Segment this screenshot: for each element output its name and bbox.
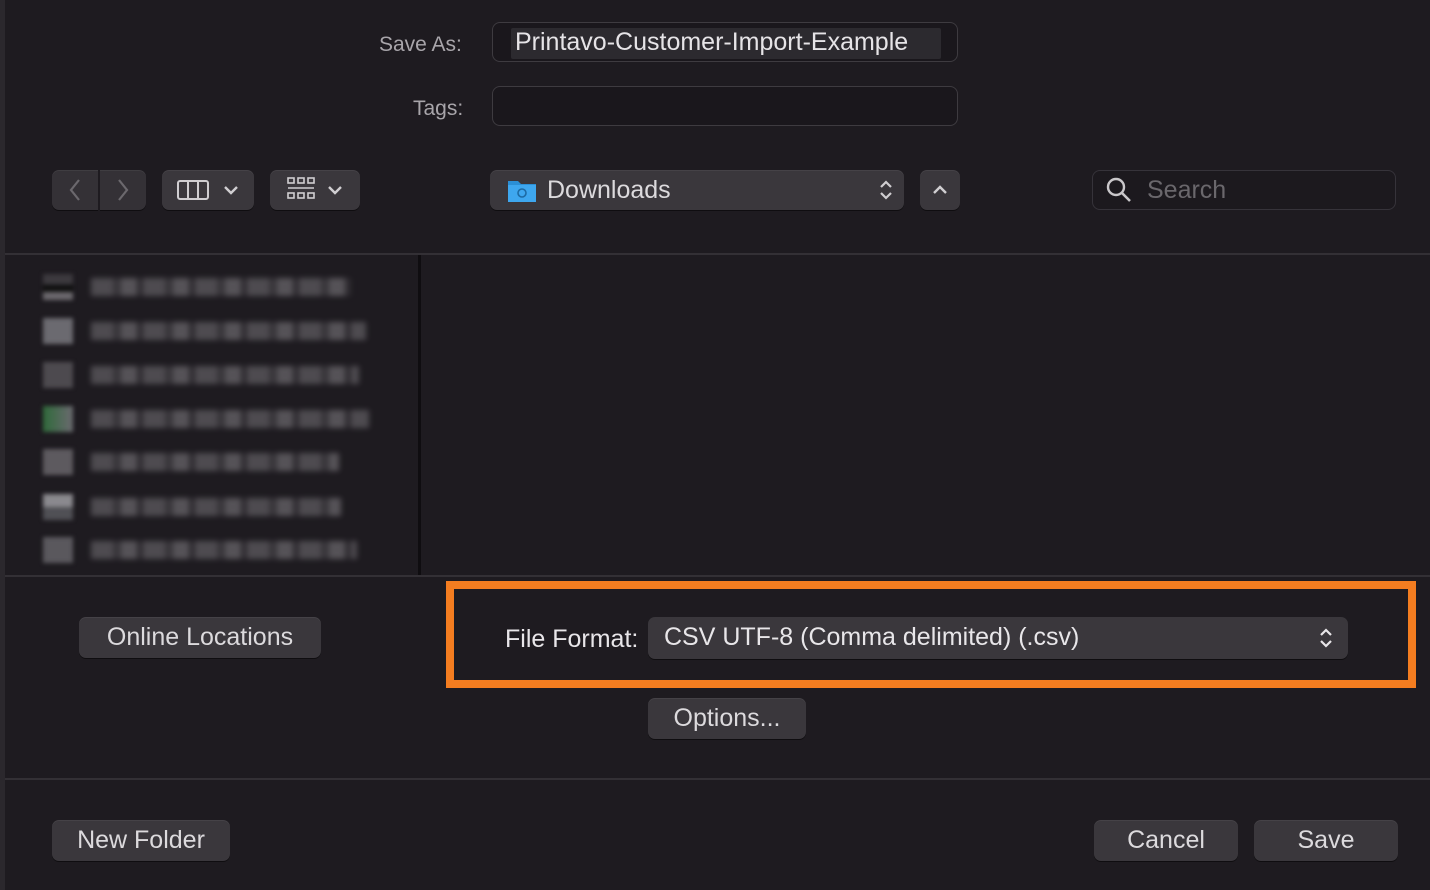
file-name-obscured xyxy=(91,541,357,559)
grid-icon xyxy=(287,177,315,199)
online-locations-label: Online Locations xyxy=(106,623,294,651)
forward-button[interactable] xyxy=(100,170,146,210)
save-button[interactable]: Save xyxy=(1254,820,1398,861)
filename-field[interactable]: Printavo-Customer-Import-Example xyxy=(492,22,958,62)
chevron-left-icon xyxy=(69,179,80,201)
expand-collapse-button[interactable] xyxy=(920,170,960,210)
sidebar-item[interactable] xyxy=(43,449,339,475)
file-thumbnail xyxy=(43,318,73,344)
file-name-obscured xyxy=(91,278,351,296)
file-thumbnail xyxy=(43,449,73,475)
sidebar-item[interactable] xyxy=(43,362,359,388)
options-button[interactable]: Options... xyxy=(648,698,806,739)
back-button[interactable] xyxy=(52,170,98,210)
cancel-button[interactable]: Cancel xyxy=(1094,820,1238,861)
options-label: Options... xyxy=(673,704,781,732)
file-name-obscured xyxy=(91,498,341,516)
search-placeholder: Search xyxy=(1147,175,1227,204)
file-thumbnail xyxy=(43,494,73,520)
new-folder-label: New Folder xyxy=(77,826,205,854)
sidebar-item[interactable] xyxy=(43,274,351,300)
save-dialog: Save As: Printavo-Customer-Import-Exampl… xyxy=(0,0,1430,890)
footer-divider xyxy=(5,778,1430,780)
search-field[interactable]: Search xyxy=(1092,170,1396,210)
sidebar-item[interactable] xyxy=(43,494,341,520)
online-locations-button[interactable]: Online Locations xyxy=(79,617,321,658)
chevron-down-icon xyxy=(328,186,342,195)
group-view-button[interactable] xyxy=(270,170,360,210)
updown-chevron-icon xyxy=(1320,628,1332,648)
columns-icon xyxy=(177,180,209,200)
location-label: Downloads xyxy=(547,175,671,204)
file-thumbnail xyxy=(43,362,73,388)
cancel-label: Cancel xyxy=(1127,826,1205,854)
file-thumbnail xyxy=(43,537,73,563)
file-name-obscured xyxy=(91,453,339,471)
new-folder-button[interactable]: New Folder xyxy=(52,820,230,861)
column-divider[interactable] xyxy=(418,255,421,575)
file-thumbnail xyxy=(43,274,73,300)
save-as-label: Save As: xyxy=(379,33,462,56)
file-thumbnail xyxy=(43,406,73,432)
column-view-button[interactable] xyxy=(162,170,254,210)
filename-text: Printavo-Customer-Import-Example xyxy=(511,28,941,59)
file-name-obscured xyxy=(91,410,369,428)
tags-field[interactable] xyxy=(492,86,958,126)
tags-label: Tags: xyxy=(413,97,464,120)
file-format-label: File Format: xyxy=(505,625,639,653)
chevron-up-icon xyxy=(933,185,947,194)
file-format-value: CSV UTF-8 (Comma delimited) (.csv) xyxy=(664,623,1080,651)
file-name-obscured xyxy=(91,322,366,340)
sidebar-item[interactable] xyxy=(43,537,357,563)
sidebar-item[interactable] xyxy=(43,318,366,344)
search-icon xyxy=(1106,177,1131,202)
file-format-popup[interactable]: CSV UTF-8 (Comma delimited) (.csv) xyxy=(648,617,1348,659)
file-name-obscured xyxy=(91,366,359,384)
chevron-down-icon xyxy=(224,186,238,195)
toolbar-divider xyxy=(5,253,1430,255)
updown-chevron-icon xyxy=(880,180,892,200)
chevron-right-icon xyxy=(118,179,129,201)
browser-bottom-divider xyxy=(5,575,1430,577)
folder-icon xyxy=(508,181,536,202)
sidebar-item[interactable] xyxy=(43,406,369,432)
save-label: Save xyxy=(1297,826,1355,854)
location-popup[interactable]: Downloads xyxy=(490,170,904,210)
